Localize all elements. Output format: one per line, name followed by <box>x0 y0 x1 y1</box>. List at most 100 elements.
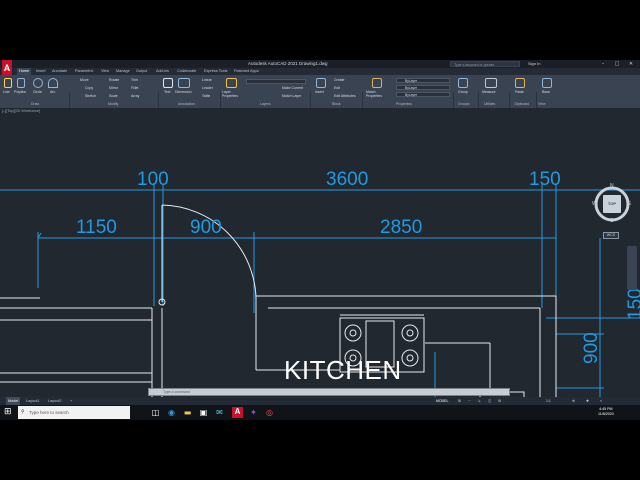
taskbar-search-input[interactable]: ⚲ Type here to search <box>18 406 130 419</box>
group-icon[interactable] <box>458 78 468 88</box>
panel-title-utilities[interactable]: Utilities <box>484 101 495 107</box>
tab-annotate[interactable]: Annotate <box>52 68 67 75</box>
leader-tool[interactable]: Leader <box>202 86 213 90</box>
dimension-tool-icon[interactable] <box>178 78 190 88</box>
windows-start-icon[interactable]: ⊞ <box>4 408 12 417</box>
tab-add-ins[interactable]: Add-ins <box>156 68 169 75</box>
layer-properties-icon[interactable] <box>226 78 237 88</box>
tab-home[interactable]: Home <box>17 68 32 75</box>
tab-parametric[interactable]: Parametric <box>75 68 93 75</box>
linetype-dropdown[interactable]: ByLayer <box>396 85 450 90</box>
insert-block-icon[interactable] <box>316 78 326 88</box>
panel-title-annotation[interactable]: Annotation <box>178 101 195 107</box>
circle-tool-icon[interactable] <box>33 78 43 88</box>
snap-toggle[interactable]: ⋯ <box>468 397 472 405</box>
panel-title-clipboard[interactable]: Clipboard <box>514 101 529 107</box>
compass-north[interactable]: N <box>610 183 614 189</box>
tab-layout2[interactable]: Layout2 <box>46 397 64 405</box>
workspace-switch[interactable]: ⊕ <box>572 397 575 405</box>
rotate-tool[interactable]: Rotate <box>109 78 119 82</box>
arc-tool-icon[interactable] <box>48 78 58 88</box>
edge-browser-icon[interactable]: ◉ <box>166 407 177 418</box>
color-dropdown[interactable]: ByLayer <box>396 78 450 83</box>
move-tool[interactable]: Move <box>80 78 89 82</box>
window-title: Autodesk AutoCAD 2021 Drawing1.dwg <box>248 61 328 66</box>
model-space-toggle[interactable]: MODEL <box>436 398 448 404</box>
autocad-logo-icon[interactable]: A <box>2 60 12 76</box>
compass-south[interactable]: S <box>610 218 613 224</box>
tab-collaborate[interactable]: Collaborate <box>177 68 196 75</box>
isolate-objects[interactable]: ✚ <box>586 397 589 405</box>
edit-attributes-tool[interactable]: Edit Attributes <box>334 94 356 98</box>
sign-in-button[interactable]: Sign In <box>528 60 540 68</box>
mail-icon[interactable]: ✉ <box>214 407 225 418</box>
panel-title-layers[interactable]: Layers <box>260 101 271 107</box>
text-tool-icon[interactable] <box>163 78 173 88</box>
tab-manage[interactable]: Manage <box>116 68 130 75</box>
panel-title-draw[interactable]: Draw <box>31 101 39 107</box>
app-icon[interactable]: ✦ <box>248 407 259 418</box>
panel-title-properties[interactable]: Properties <box>396 101 412 107</box>
fillet-tool[interactable]: Fillet <box>131 86 138 90</box>
match-properties-icon[interactable] <box>372 78 382 88</box>
help-search-input[interactable]: Type a keyword or phrase <box>450 61 520 67</box>
polar-toggle[interactable]: ◫ <box>488 397 491 405</box>
scale-tool[interactable]: Scale <box>109 94 118 98</box>
viewcube[interactable]: TOP N S E W <box>592 183 632 224</box>
line-tool-icon[interactable] <box>4 78 12 88</box>
compass-east[interactable]: E <box>628 201 631 207</box>
command-line[interactable]: Type a command <box>148 388 510 396</box>
tab-express-tools[interactable]: Express Tools <box>204 68 228 75</box>
wcs-menu[interactable]: WCS <box>603 232 619 239</box>
compass-west[interactable]: W <box>592 201 597 207</box>
osnap-toggle[interactable]: ⚙ <box>498 397 501 405</box>
tab-output[interactable]: Output <box>136 68 147 75</box>
store-icon[interactable]: ▣ <box>198 407 209 418</box>
command-input[interactable]: Type a command <box>163 389 190 396</box>
mirror-tool[interactable]: Mirror <box>109 86 118 90</box>
measure-icon[interactable] <box>485 78 497 88</box>
tab-model[interactable]: Model <box>6 397 21 405</box>
create-block-tool[interactable]: Create <box>334 78 345 82</box>
stretch-tool[interactable]: Stretch <box>85 94 96 98</box>
navigation-bar[interactable] <box>627 246 637 290</box>
trim-tool[interactable]: Trim <box>131 78 138 82</box>
table-tool[interactable]: Table <box>202 94 210 98</box>
panel-title-modify[interactable]: Modify <box>108 101 118 107</box>
panel-title-view[interactable]: View <box>538 101 546 107</box>
linear-dim-tool[interactable]: Linear <box>202 78 212 82</box>
panel-title-block[interactable]: Block <box>332 101 341 107</box>
system-clock[interactable]: 4:45 PM 11/8/2020 <box>598 407 614 417</box>
ortho-toggle[interactable]: ↳ <box>478 397 481 405</box>
lineweight-dropdown[interactable]: ByLayer <box>396 92 450 97</box>
base-view-icon[interactable] <box>542 78 552 88</box>
tab-layout1[interactable]: Layout1 <box>24 397 42 405</box>
tab-featured-apps[interactable]: Featured Apps <box>234 68 259 75</box>
viewcube-top-face[interactable]: TOP <box>603 195 621 213</box>
paste-icon[interactable] <box>515 78 525 88</box>
add-layout-button[interactable]: + <box>68 397 74 405</box>
make-current-tool[interactable]: Make Current <box>282 86 303 90</box>
layer-dropdown[interactable] <box>246 79 306 84</box>
match-layer-tool[interactable]: Match Layer <box>282 94 301 98</box>
close-button[interactable]: ✕ <box>626 60 636 68</box>
edit-block-tool[interactable]: Edit <box>334 86 340 90</box>
task-view-icon[interactable]: ◫ <box>150 407 161 418</box>
dimension-text: 150 <box>625 288 640 320</box>
grid-toggle[interactable]: ⊞ <box>458 397 461 405</box>
array-tool[interactable]: Array <box>131 94 139 98</box>
annotation-scale[interactable]: 1:1 <box>546 397 551 405</box>
customize-status-bar[interactable]: ≡ <box>600 397 602 405</box>
autocad-taskbar-icon[interactable]: A <box>232 407 243 418</box>
polyline-tool-icon[interactable] <box>17 78 25 88</box>
measure-label: Measure <box>482 90 496 94</box>
minimize-button[interactable]: – <box>598 60 608 68</box>
chrome-icon[interactable]: ◎ <box>264 407 275 418</box>
clock-date: 11/8/2020 <box>598 412 614 416</box>
panel-title-groups[interactable]: Groups <box>458 101 469 107</box>
copy-tool[interactable]: Copy <box>85 86 93 90</box>
file-explorer-icon[interactable]: ▬ <box>182 407 193 418</box>
tab-view[interactable]: View <box>101 68 109 75</box>
tab-insert[interactable]: Insert <box>36 68 46 75</box>
maximize-button[interactable]: □ <box>612 60 622 68</box>
